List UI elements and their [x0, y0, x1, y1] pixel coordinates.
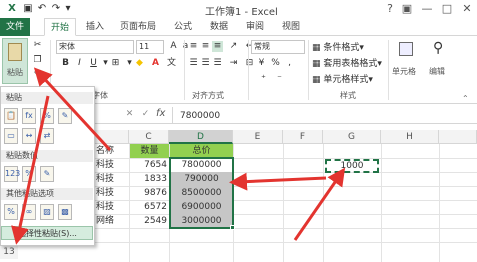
arrow-to-paste: [33, 67, 112, 152]
arrow-to-selection: [229, 172, 327, 191]
arrow-to-g-cell: [293, 167, 346, 241]
arrow-to-paste-special: [11, 95, 50, 245]
annotation-arrows: [11, 67, 346, 245]
